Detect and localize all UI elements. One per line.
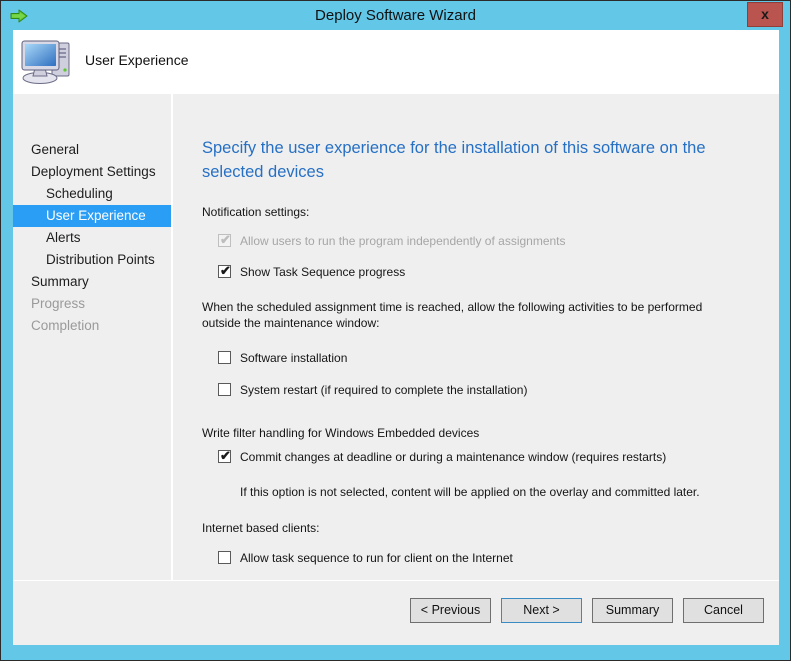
wizard-footer: < Previous Next > Summary Cancel (13, 581, 779, 645)
write-filter-note: If this option is not selected, content … (240, 485, 700, 499)
checkbox-label-allow-users-independently: Allow users to run the program independe… (240, 234, 566, 248)
maintenance-window-label: When the scheduled assignment time is re… (202, 300, 706, 330)
checkbox-row-commit-changes[interactable]: ✔ Commit changes at deadline or during a … (218, 449, 667, 464)
checkbox-label-system-restart: System restart (if required to complete … (240, 383, 528, 397)
close-button[interactable]: x (747, 2, 783, 27)
checkbox-commit-changes[interactable]: ✔ (218, 449, 231, 463)
wizard-window: Deploy Software Wizard x User Experience… (0, 0, 791, 661)
checkbox-label-show-task-sequence-progress: Show Task Sequence progress (240, 265, 406, 279)
internet-clients-label: Internet based clients: (202, 521, 320, 535)
checkbox-label-commit-changes: Commit changes at deadline or during a m… (240, 450, 667, 464)
sidebar-item-progress: Progress (31, 296, 86, 311)
sidebar-item-general[interactable]: General (13, 139, 171, 161)
next-button[interactable]: Next > (501, 598, 582, 623)
checkbox-row-show-task-sequence-progress[interactable]: ✔ Show Task Sequence progress (218, 264, 406, 279)
page-title: Specify the user experience for the inst… (202, 139, 706, 181)
checkbox-allow-task-sequence-internet[interactable]: ✔ (218, 551, 231, 564)
sidebar-item-user-experience[interactable]: User Experience (13, 205, 171, 227)
sidebar-item-completion: Completion (31, 318, 100, 333)
sidebar-list: General Deployment Settings Scheduling U… (13, 139, 171, 337)
close-icon: x (761, 6, 769, 22)
sidebar-item-scheduling[interactable]: Scheduling (13, 183, 171, 205)
checkbox-software-installation[interactable]: ✔ (218, 351, 231, 364)
previous-button[interactable]: < Previous (410, 598, 491, 623)
sidebar-item-summary[interactable]: Summary (13, 271, 171, 293)
write-filter-label: Write filter handling for Windows Embedd… (202, 426, 480, 440)
wizard-header-title: User Experience (85, 52, 189, 68)
titlebar: Deploy Software Wizard x (1, 1, 790, 30)
sidebar-item-alerts[interactable]: Alerts (13, 227, 171, 249)
client-area: User Experience General Deployment Setti… (13, 30, 779, 645)
computer-monitor-icon (18, 34, 78, 90)
wizard-sidebar: General Deployment Settings Scheduling U… (13, 94, 171, 580)
cancel-button[interactable]: Cancel (683, 598, 764, 623)
checkbox-row-allow-task-sequence-internet[interactable]: ✔ Allow task sequence to run for client o… (218, 551, 513, 565)
checkbox-label-software-installation: Software installation (240, 351, 348, 365)
wizard-header: User Experience (13, 30, 779, 94)
checkbox-allow-users-independently: ✔ (218, 233, 231, 247)
summary-button[interactable]: Summary (592, 598, 673, 623)
sidebar-item-distribution-points[interactable]: Distribution Points (13, 249, 171, 271)
checkbox-show-task-sequence-progress[interactable]: ✔ (218, 264, 231, 278)
checkbox-label-allow-task-sequence-internet: Allow task sequence to run for client on… (240, 551, 513, 565)
checkbox-system-restart[interactable]: ✔ (218, 383, 231, 396)
checkbox-row-allow-users-independently: ✔ Allow users to run the program independ… (218, 233, 566, 248)
window-title: Deploy Software Wizard (315, 7, 476, 24)
notification-settings-label: Notification settings: (202, 205, 310, 219)
sidebar-item-deployment-settings[interactable]: Deployment Settings (13, 161, 171, 183)
content-pane: Specify the user experience for the inst… (173, 94, 779, 580)
checkbox-row-system-restart[interactable]: ✔ System restart (if required to complete… (218, 383, 527, 397)
checkbox-row-software-installation[interactable]: ✔ Software installation (218, 351, 347, 365)
